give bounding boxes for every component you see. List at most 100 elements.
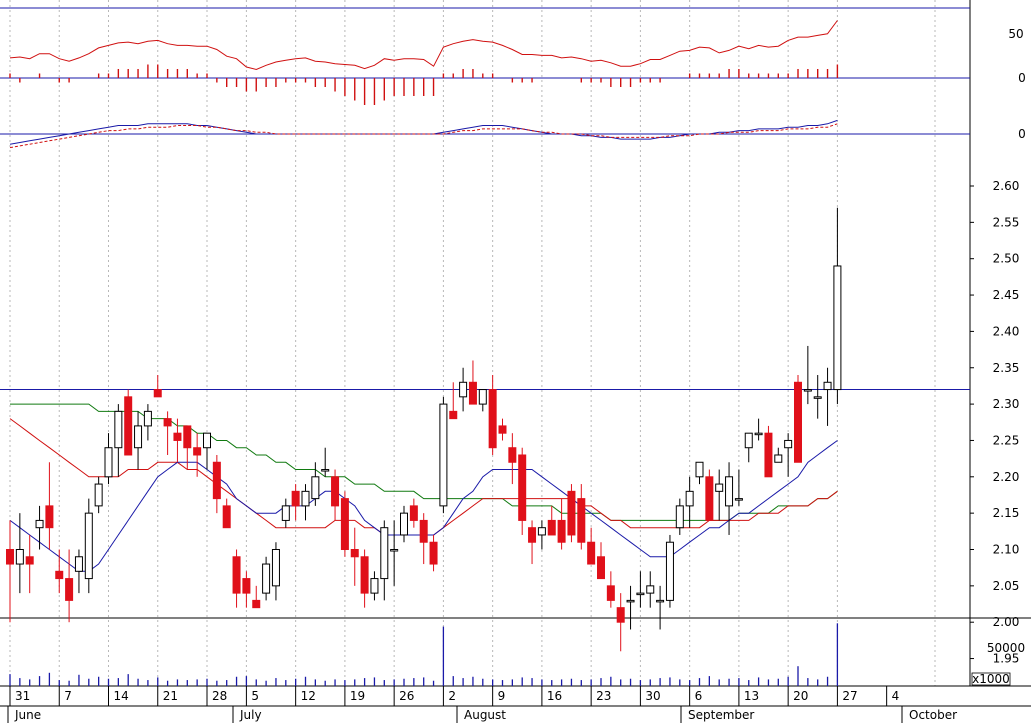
candle-body	[45, 505, 54, 529]
candle-body	[390, 549, 399, 552]
candle-body	[488, 389, 497, 449]
x-day-label: 13	[744, 689, 759, 703]
price-tick-label: 2.40	[993, 324, 1020, 338]
candle-body	[803, 389, 812, 392]
candle-body	[439, 403, 448, 507]
candle-body	[252, 599, 261, 609]
x-day-label: 5	[251, 689, 259, 703]
candle-body	[271, 549, 280, 587]
price-tick-label: 2.15	[993, 506, 1020, 520]
candle-body	[695, 461, 704, 478]
x-day-label: 23	[596, 689, 611, 703]
price-tick-label: 2.50	[993, 252, 1020, 266]
price-tick-label: 2.05	[993, 579, 1020, 593]
x-day-label: 28	[212, 689, 227, 703]
price-tick-label: 2.35	[993, 361, 1020, 375]
candle-body	[813, 396, 822, 399]
axes-layer: 50 0 0 2.60 2.55 2.50 2.45 2.40 2.35 2.30 2.25 2.20…	[0, 27, 1031, 723]
candle-body	[222, 505, 231, 529]
candle-body	[597, 556, 605, 580]
candle-body	[15, 549, 24, 565]
candle-body	[360, 556, 369, 594]
price-tick-label: 2.10	[993, 543, 1020, 557]
macd-line	[9, 119, 838, 145]
candle-body	[321, 469, 330, 472]
candle-body	[311, 476, 320, 500]
x-day-label: 2	[448, 689, 456, 703]
candle-body	[212, 461, 221, 500]
candle-body	[35, 519, 44, 529]
x-day-label: 7	[64, 689, 72, 703]
volume-unit-box: x1000	[971, 672, 1011, 686]
candle-body	[163, 418, 172, 427]
candle-body	[774, 454, 783, 463]
candle-body	[84, 512, 93, 580]
price-tick-label: 2.60	[993, 179, 1020, 193]
osc-line	[9, 20, 838, 71]
candle-body	[626, 599, 635, 603]
grid-layer	[9, 0, 936, 686]
candle-body	[281, 505, 290, 521]
volume-tick-label: 50000	[987, 641, 1025, 655]
candlestick-chart-svg: 50 0 0 2.60 2.55 2.50 2.45 2.40 2.35 2.30 2.25 2.20…	[0, 0, 1031, 723]
candle-body	[498, 425, 507, 434]
x-day-label: 9	[498, 689, 506, 703]
oscillator-top-pane	[0, 7, 970, 71]
candle-body	[331, 476, 340, 507]
candle-body	[143, 410, 152, 427]
candle-body	[400, 512, 408, 536]
candle-body	[715, 483, 724, 492]
candle-body	[744, 432, 753, 449]
candle-body	[557, 519, 566, 543]
macd-pane	[0, 119, 970, 149]
macd-signal-line	[9, 123, 838, 149]
x-day-label: 14	[114, 689, 129, 703]
candle-body	[459, 381, 468, 398]
candle-body	[193, 447, 202, 456]
candle-body	[567, 490, 576, 536]
candle-body	[656, 599, 665, 603]
candle-body	[754, 432, 763, 436]
candle-body	[685, 490, 694, 507]
x-day-label: 27	[842, 689, 857, 703]
candle-body	[547, 519, 556, 536]
candle-body	[449, 410, 458, 420]
candle-body	[25, 556, 34, 565]
price-tick-label: 2.30	[993, 397, 1020, 411]
candle-body	[606, 585, 615, 601]
pane-frames	[0, 0, 1031, 687]
candle-body	[419, 519, 428, 543]
candle-body	[114, 410, 123, 449]
candle-body	[94, 483, 103, 507]
volume-pane	[9, 623, 839, 686]
candle-body	[734, 498, 743, 501]
oscillator-bars-pane	[0, 64, 970, 105]
candle-body	[74, 556, 83, 572]
candle-body	[537, 527, 546, 536]
candle-body	[153, 389, 162, 398]
price-tick-label: 2.45	[993, 288, 1020, 302]
candle-body	[675, 505, 684, 529]
candle-body	[794, 381, 802, 463]
candle-body	[665, 541, 674, 601]
candle-body	[301, 490, 310, 507]
price-pane	[0, 207, 970, 652]
candle-body	[468, 381, 477, 405]
candle-body	[203, 432, 211, 449]
price-tick-label: 2.25	[993, 433, 1020, 447]
macd-tick-label: 0	[1018, 127, 1026, 141]
candle-body	[636, 592, 645, 596]
candle-body	[705, 476, 714, 521]
candle-body	[577, 498, 586, 543]
stock-chart: 50 0 0 2.60 2.55 2.50 2.45 2.40 2.35 2.30 2.25 2.20…	[0, 0, 1031, 723]
candle-body	[173, 432, 182, 441]
candle-body	[370, 578, 379, 594]
x-month-label: October	[909, 708, 957, 722]
candle-body	[104, 447, 113, 478]
candle-body	[134, 425, 143, 449]
candle-body	[518, 454, 527, 521]
candle-body	[6, 549, 14, 565]
candle-body	[65, 578, 74, 601]
x-month-label: August	[464, 708, 506, 722]
volume-unit-label: x1000	[972, 672, 1010, 686]
